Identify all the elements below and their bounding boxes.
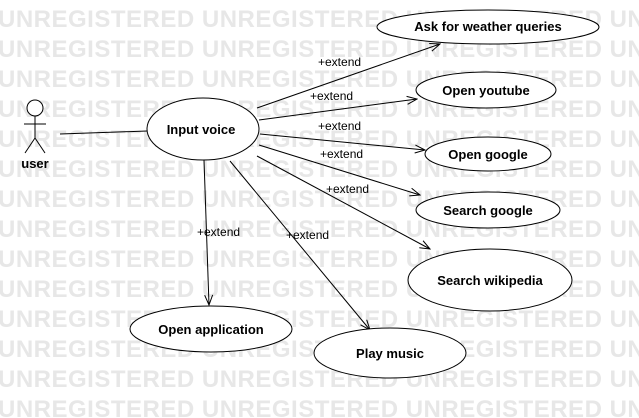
association-line — [59, 130, 148, 135]
actor-right-leg — [34, 137, 46, 154]
use-case-label: Search wikipedia — [437, 273, 543, 288]
use-case-youtube[interactable]: Open youtube — [415, 71, 557, 109]
extend-label: +extend — [318, 119, 361, 133]
use-case-google[interactable]: Open google — [424, 136, 552, 172]
actor-left-leg — [24, 137, 36, 154]
use-case-search-google[interactable]: Search google — [415, 191, 561, 229]
use-case-wikipedia[interactable]: Search wikipedia — [407, 248, 573, 312]
actor-head — [26, 99, 44, 117]
extend-label: +extend — [326, 182, 369, 196]
use-case-label: Open youtube — [442, 83, 529, 98]
use-case-label: Search google — [443, 203, 533, 218]
extend-label: +extend — [318, 55, 361, 69]
use-case-label: Open google — [448, 147, 527, 162]
use-case-application[interactable]: Open application — [129, 305, 293, 353]
use-case-weather[interactable]: Ask for weather queries — [376, 9, 600, 45]
use-case-label: Ask for weather queries — [414, 19, 561, 34]
extend-label: +extend — [320, 147, 363, 161]
extend-relations: +extend +extend +extend +extend +extend … — [197, 44, 440, 330]
actor-label: user — [21, 156, 48, 171]
actor-user[interactable]: user — [21, 99, 49, 171]
extend-arrow-wikipedia — [256, 155, 430, 249]
extend-label: +extend — [286, 228, 329, 242]
use-case-label: Input voice — [167, 122, 236, 137]
use-case-music[interactable]: Play music — [313, 327, 467, 379]
use-case-diagram-canvas: UNREGISTERED UNREGISTERED UNREGISTERED U… — [0, 0, 639, 418]
extend-label: +extend — [197, 225, 240, 239]
use-case-label: Play music — [356, 346, 424, 361]
diagram-svg: user +extend +extend +extend +extend +ex… — [21, 9, 600, 379]
extend-label: +extend — [310, 89, 353, 103]
use-case-input-voice[interactable]: Input voice — [146, 97, 260, 161]
use-case-label: Open application — [158, 322, 264, 337]
